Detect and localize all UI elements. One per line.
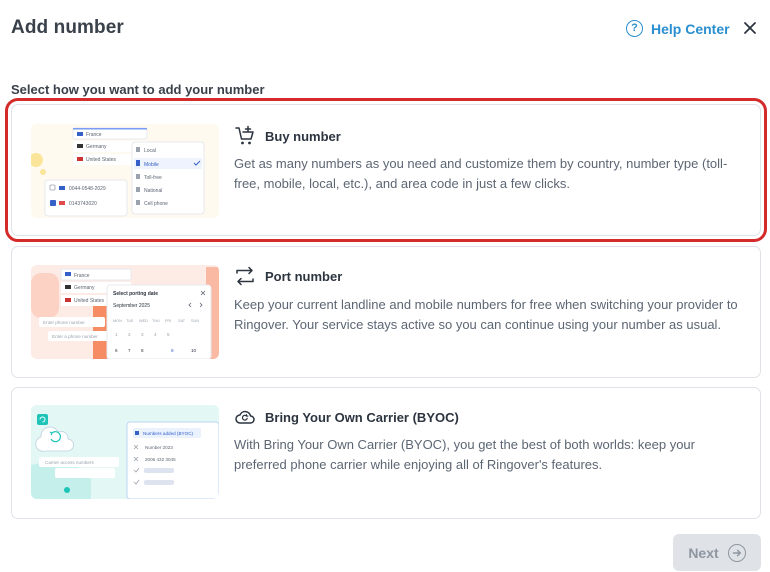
modal-title: Add number (11, 17, 124, 38)
svg-text:France: France (86, 132, 102, 138)
svg-text:Cell phone: Cell phone (144, 201, 168, 207)
svg-text:Select porting date: Select porting date (113, 291, 158, 297)
svg-text:3: 3 (141, 332, 144, 337)
svg-text:4: 4 (154, 332, 157, 337)
svg-text:5: 5 (167, 332, 170, 337)
svg-text:United States: United States (86, 157, 117, 163)
svg-text:United States: United States (74, 298, 105, 304)
svg-text:6: 6 (115, 348, 118, 353)
svg-text:Germany: Germany (74, 285, 95, 291)
svg-text:Germany: Germany (86, 144, 107, 150)
byoc-illustration: Carrier access numbers Numbers added (BY… (31, 405, 219, 499)
svg-text:THU: THU (152, 319, 160, 323)
port-number-heading: Port number (234, 265, 342, 287)
port-number-title: Port number (265, 268, 343, 284)
swap-arrows-icon (236, 266, 254, 286)
svg-text:SAT: SAT (178, 319, 186, 323)
byoc-title: Bring Your Own Carrier (BYOC) (265, 409, 459, 425)
buy-number-illustration: France Germany United States Local Mobil… (31, 124, 219, 218)
svg-text:SUN: SUN (191, 319, 199, 323)
option-buy-number[interactable]: France Germany United States Local Mobil… (5, 98, 767, 242)
svg-text:TUE: TUE (126, 319, 134, 323)
svg-text:Mobile: Mobile (144, 162, 159, 168)
svg-text:FRI: FRI (165, 319, 171, 323)
svg-text:Number 2023: Number 2023 (145, 445, 173, 450)
svg-text:8: 8 (141, 348, 144, 353)
next-button-label: Next (688, 544, 719, 561)
svg-text:Carrier access numbers: Carrier access numbers (45, 460, 94, 465)
port-number-description: Keep your current landline and mobile nu… (234, 297, 738, 332)
svg-text:Toll-free: Toll-free (144, 175, 162, 181)
cloud-sync-icon (235, 410, 255, 424)
option-port-number[interactable]: France Germany United States Enter phone… (11, 246, 761, 378)
section-subtitle: Select how you want to add your number (11, 82, 265, 97)
svg-text:1: 1 (115, 332, 118, 337)
option-byoc[interactable]: Carrier access numbers Numbers added (BY… (11, 387, 761, 519)
help-center-label: Help Center (651, 20, 730, 37)
byoc-description: With Bring Your Own Carrier (BYOC), you … (234, 437, 695, 472)
svg-text:Enter a phone number: Enter a phone number (52, 334, 98, 339)
svg-text:Numbers added (BYOC): Numbers added (BYOC) (143, 431, 194, 436)
close-icon[interactable] (741, 19, 759, 37)
svg-text:10: 10 (191, 348, 197, 353)
svg-text:2006 432 3045: 2006 432 3045 (145, 457, 176, 462)
port-number-illustration: France Germany United States Enter phone… (31, 265, 219, 359)
svg-text:0044-0548-2029: 0044-0548-2029 (69, 186, 106, 192)
buy-number-description: Get as many numbers as you need and cust… (234, 156, 728, 191)
svg-text:WED: WED (139, 319, 148, 323)
svg-text:MON: MON (113, 319, 122, 323)
svg-text:7: 7 (128, 348, 131, 353)
svg-text:Local: Local (144, 148, 156, 154)
svg-text:September 2025: September 2025 (113, 303, 150, 309)
svg-text:France: France (74, 273, 90, 279)
svg-text:0143743020: 0143743020 (69, 201, 97, 207)
svg-text:National: National (144, 188, 162, 194)
svg-text:Enter phone number: Enter phone number (43, 320, 85, 325)
modal-header: Add number ? Help Center (0, 0, 770, 60)
buy-number-title: Buy number (265, 128, 341, 144)
svg-text:9: 9 (171, 348, 174, 353)
cart-plus-icon (235, 125, 254, 145)
question-circle-icon: ? (626, 20, 643, 37)
svg-text:2: 2 (128, 332, 131, 337)
byoc-heading: Bring Your Own Carrier (BYOC) (234, 406, 459, 428)
next-button[interactable]: Next (673, 534, 761, 571)
arrow-right-circle-icon (727, 543, 746, 562)
help-center-link[interactable]: ? Help Center (626, 20, 730, 37)
buy-number-heading: Buy number (234, 125, 341, 147)
